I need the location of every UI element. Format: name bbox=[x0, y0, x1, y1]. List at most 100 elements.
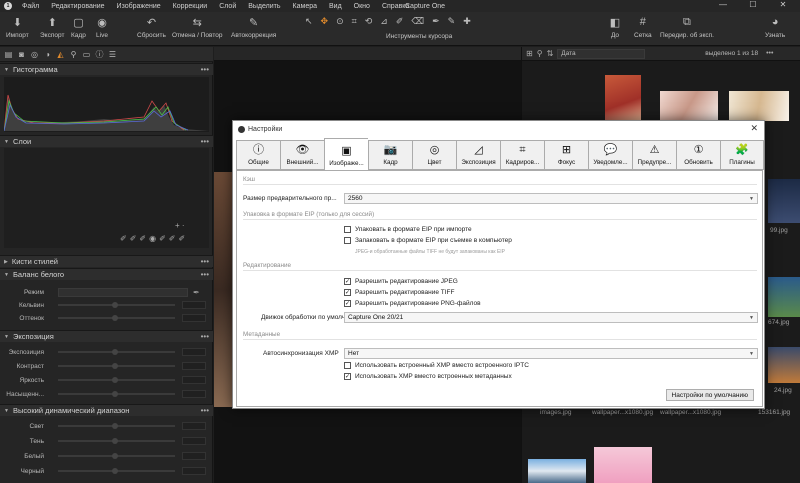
thumbnail[interactable] bbox=[594, 447, 652, 483]
close-icon[interactable]: ✕ bbox=[750, 123, 758, 134]
more-icon[interactable]: ••• bbox=[201, 65, 209, 74]
tab-warnings[interactable]: ⚠ Предупре... bbox=[632, 140, 676, 170]
kelvin-knob[interactable] bbox=[112, 302, 118, 308]
thumbnail[interactable] bbox=[528, 459, 586, 483]
preview-size-select[interactable]: 2560 ▼ bbox=[344, 193, 758, 204]
contrast-knob[interactable] bbox=[112, 363, 118, 369]
autocorrect-button[interactable]: ✎ Автокоррекция bbox=[231, 15, 276, 40]
search-icon[interactable]: ⚲ bbox=[537, 49, 543, 58]
xmp-sync-select[interactable]: Нет ▼ bbox=[344, 348, 758, 359]
sort-order-icon[interactable]: ⇅ bbox=[547, 49, 554, 58]
detail-tab-icon[interactable]: ⚲ bbox=[69, 50, 78, 59]
more-icon[interactable]: ••• bbox=[201, 406, 209, 415]
tab-crop[interactable]: ⌗ Кадриров... bbox=[500, 140, 544, 170]
histogram-header[interactable]: ▼ Гистограмма ••• bbox=[0, 63, 213, 75]
menu-camera[interactable]: Камера bbox=[287, 3, 323, 10]
lens-tab-icon[interactable]: ◎ bbox=[30, 50, 39, 59]
more-icon[interactable]: ••• bbox=[201, 137, 209, 146]
annotate-icon[interactable]: ✎ bbox=[448, 16, 456, 28]
adjust-tab-icon[interactable]: ▭ bbox=[82, 50, 91, 59]
loupe-icon[interactable]: ⊙ bbox=[336, 16, 344, 28]
tint-knob[interactable] bbox=[112, 315, 118, 321]
meta-tab-icon[interactable]: ⓘ bbox=[95, 50, 104, 59]
layers-header[interactable]: ▼ Слои ••• bbox=[0, 135, 213, 147]
crop-icon[interactable]: ⌗ bbox=[352, 16, 357, 28]
embedded-xmp-checkbox[interactable]: Использовать встроенный XMP вместо встро… bbox=[344, 362, 529, 369]
shadows-value[interactable] bbox=[182, 437, 206, 445]
highlights-knob[interactable] bbox=[112, 423, 118, 429]
exposure-value[interactable] bbox=[182, 348, 206, 356]
more-icon[interactable]: ••• bbox=[201, 332, 209, 341]
eip-import-checkbox[interactable]: Упаковать в формате EIP при импорте bbox=[344, 226, 472, 233]
thumbnail[interactable] bbox=[605, 75, 641, 121]
picker-icon[interactable]: ✒ bbox=[193, 288, 200, 297]
menu-layer[interactable]: Слой bbox=[213, 3, 242, 10]
tab-exposure[interactable]: ◿ Экспозиция bbox=[456, 140, 500, 170]
menu-adjustments[interactable]: Коррекции bbox=[167, 3, 214, 10]
undo-redo-button[interactable]: ⇆ Отмена / Повтор bbox=[172, 15, 222, 40]
live-button[interactable]: ◉ Live bbox=[95, 15, 109, 40]
export-button[interactable]: ⬆ Экспорт bbox=[40, 15, 64, 40]
contrast-value[interactable] bbox=[182, 362, 206, 370]
tab-appearance[interactable]: 👁 Внешний... bbox=[280, 140, 324, 170]
before-button[interactable]: ◧ До bbox=[608, 15, 622, 40]
whites-knob[interactable] bbox=[112, 453, 118, 459]
tab-focus[interactable]: ⊞ Фокус bbox=[544, 140, 588, 170]
keystone-icon[interactable]: ⊿ bbox=[380, 16, 388, 28]
exposure-knob[interactable] bbox=[112, 349, 118, 355]
color-tab-icon[interactable]: ◑ bbox=[43, 50, 52, 59]
sort-select[interactable]: Дата bbox=[557, 48, 646, 59]
tab-capture[interactable]: 📷 Кадр bbox=[368, 140, 412, 170]
eip-capture-checkbox[interactable]: Запаковать в формате EIP при съемке в ко… bbox=[344, 237, 512, 244]
tab-plugins[interactable]: 🧩 Плагины bbox=[720, 140, 764, 170]
whites-value[interactable] bbox=[182, 452, 206, 460]
highlights-value[interactable] bbox=[182, 422, 206, 430]
saturation-value[interactable] bbox=[182, 390, 206, 398]
layer-brush-tools[interactable]: ✐✐✐◉✐✐✐ bbox=[120, 234, 188, 243]
more-icon[interactable]: ••• bbox=[201, 270, 209, 279]
engine-select[interactable]: Capture One 20/21 ▼ bbox=[344, 312, 758, 323]
reset-button[interactable]: ↶ Сбросить bbox=[137, 15, 166, 40]
thumbnail[interactable] bbox=[768, 179, 800, 223]
more-icon[interactable]: ••• bbox=[201, 257, 209, 266]
menu-file[interactable]: Файл bbox=[16, 3, 45, 10]
more-icon[interactable]: ••• bbox=[766, 50, 773, 57]
heal-icon[interactable]: ✚ bbox=[463, 16, 471, 28]
brightness-value[interactable] bbox=[182, 376, 206, 384]
export-recipes-button[interactable]: ⧉ Передир. об эксп. bbox=[660, 15, 714, 40]
app-logo-icon[interactable]: 1 bbox=[4, 2, 12, 10]
kelvin-value[interactable] bbox=[182, 301, 206, 309]
shadows-knob[interactable] bbox=[112, 438, 118, 444]
tab-update[interactable]: ① Обновить bbox=[676, 140, 720, 170]
tab-image[interactable]: ▣ Изображе... bbox=[324, 138, 368, 170]
capture-tab-icon[interactable]: ◙ bbox=[17, 50, 26, 59]
allow-png-checkbox[interactable]: ✓ Разрешить редактирование PNG-файлов bbox=[344, 300, 481, 307]
view-mode-icon[interactable]: ⊞ bbox=[526, 49, 533, 58]
brightness-knob[interactable] bbox=[112, 377, 118, 383]
menu-edit[interactable]: Редактирование bbox=[45, 3, 110, 10]
tab-notifications[interactable]: 💬 Уведомле... bbox=[588, 140, 632, 170]
allow-jpeg-checkbox[interactable]: ✓ Разрешить редактирование JPEG bbox=[344, 278, 458, 285]
wb-mode-select[interactable] bbox=[58, 287, 188, 297]
blacks-knob[interactable] bbox=[112, 468, 118, 474]
xmp-meta-checkbox[interactable]: ✓ Использовать XMP вместо встроенных мет… bbox=[344, 373, 512, 380]
tab-color[interactable]: ◎ Цвет bbox=[412, 140, 456, 170]
library-tab-icon[interactable]: ▤ bbox=[4, 50, 13, 59]
close-window-button[interactable]: ✕ bbox=[768, 0, 798, 12]
eraser-icon[interactable]: ⌫ bbox=[411, 16, 424, 28]
frame-button[interactable]: ▢ Кадр bbox=[71, 15, 86, 40]
menu-image[interactable]: Изображение bbox=[111, 3, 167, 10]
tint-value[interactable] bbox=[182, 314, 206, 322]
maximize-button[interactable]: ☐ bbox=[738, 0, 768, 12]
grid-button[interactable]: # Сетка bbox=[634, 15, 652, 39]
style-brushes-header[interactable]: ▶ Кисти стилей ••• bbox=[0, 255, 213, 267]
menu-select[interactable]: Выделить bbox=[242, 3, 286, 10]
rotate-icon[interactable]: ⟲ bbox=[365, 16, 373, 28]
add-layer-icon[interactable]: + · bbox=[175, 221, 185, 230]
pan-icon[interactable]: ✥ bbox=[321, 16, 329, 28]
exposure-header[interactable]: ▼ Экспозиция ••• bbox=[0, 330, 213, 342]
tab-general[interactable]: ⓘ Общие bbox=[236, 140, 280, 170]
blacks-value[interactable] bbox=[182, 467, 206, 475]
learn-button[interactable]: ◕ Узнать bbox=[765, 15, 785, 39]
thumbnail[interactable] bbox=[768, 277, 800, 317]
